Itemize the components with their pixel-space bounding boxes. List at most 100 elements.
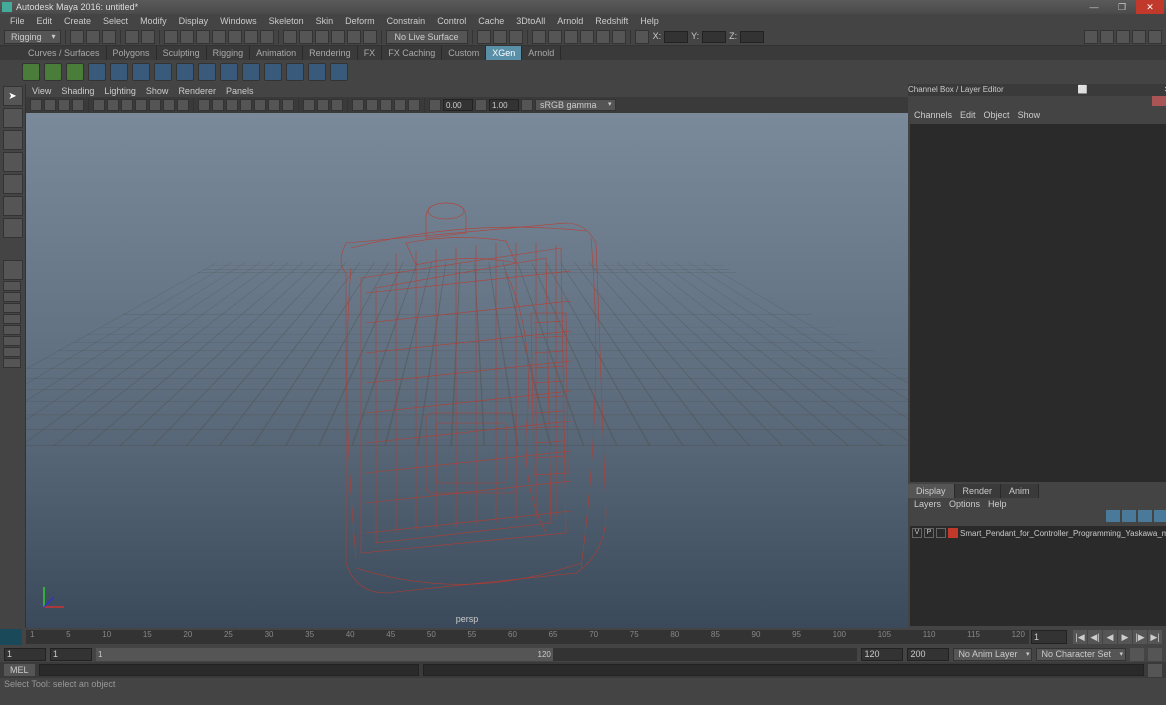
menu-deform[interactable]: Deform xyxy=(339,16,381,26)
menu-constrain[interactable]: Constrain xyxy=(381,16,432,26)
layer-play[interactable]: P xyxy=(924,528,934,538)
select-tool[interactable]: ➤ xyxy=(3,86,23,106)
vp-icon[interactable] xyxy=(135,99,147,111)
shelf-icon[interactable] xyxy=(110,63,128,81)
menu-modify[interactable]: Modify xyxy=(134,16,173,26)
move-tool[interactable] xyxy=(3,152,23,172)
new-scene-icon[interactable] xyxy=(70,30,84,44)
layer-editor[interactable]: V P Smart_Pendant_for_Controller_Program… xyxy=(910,526,1166,626)
range-end-field[interactable]: 200 xyxy=(907,648,949,661)
minimize-button[interactable]: — xyxy=(1080,0,1108,14)
vp-icon[interactable] xyxy=(254,99,266,111)
range-start-field[interactable]: 1 xyxy=(4,648,46,661)
vp-icon[interactable] xyxy=(93,99,105,111)
cmd-language[interactable]: MEL xyxy=(4,664,35,676)
paint-tool[interactable] xyxy=(3,130,23,150)
ch-menu-object[interactable]: Object xyxy=(984,110,1010,120)
range-slider[interactable]: 1120 xyxy=(96,648,857,661)
menu-file[interactable]: File xyxy=(4,16,31,26)
vp-icon[interactable] xyxy=(303,99,315,111)
vp-icon[interactable] xyxy=(317,99,329,111)
select-comp-icon[interactable] xyxy=(196,30,210,44)
shelf-icon[interactable] xyxy=(198,63,216,81)
shelf-icon[interactable] xyxy=(242,63,260,81)
vp-menu-view[interactable]: View xyxy=(32,86,51,96)
tab-render[interactable]: Render xyxy=(955,484,1002,498)
tab-custom[interactable]: Custom xyxy=(442,46,486,60)
layout-preset[interactable] xyxy=(3,314,21,324)
shelf-icon[interactable] xyxy=(154,63,172,81)
history-icon-1[interactable] xyxy=(477,30,491,44)
shelf-icon[interactable] xyxy=(176,63,194,81)
tab-sculpting[interactable]: Sculpting xyxy=(157,46,207,60)
render-icon-6[interactable] xyxy=(612,30,626,44)
vp-icon[interactable] xyxy=(30,99,42,111)
time-ruler[interactable]: 1510152025303540455055606570758085909510… xyxy=(26,630,1029,644)
select-obj-icon[interactable] xyxy=(180,30,194,44)
vp-icon[interactable] xyxy=(177,99,189,111)
tab-fxcaching[interactable]: FX Caching xyxy=(382,46,442,60)
cmd-input[interactable] xyxy=(39,664,419,676)
play-back-button[interactable]: ◀ xyxy=(1103,630,1117,644)
vp-icon[interactable] xyxy=(121,99,133,111)
panel-icon-1[interactable] xyxy=(1084,30,1098,44)
last-tool[interactable] xyxy=(3,218,23,238)
step-back-button[interactable]: ◀| xyxy=(1088,630,1102,644)
live-surface-label[interactable]: No Live Surface xyxy=(386,30,468,44)
tab-fx[interactable]: FX xyxy=(358,46,383,60)
vp-icon[interactable] xyxy=(408,99,420,111)
layer-empty[interactable] xyxy=(936,528,946,538)
history-icon-3[interactable] xyxy=(509,30,523,44)
vp-icon[interactable] xyxy=(44,99,56,111)
select-icon-4[interactable] xyxy=(212,30,226,44)
layers-menu[interactable]: Layers xyxy=(914,499,941,509)
menu-skeleton[interactable]: Skeleton xyxy=(263,16,310,26)
shelf-icon[interactable] xyxy=(264,63,282,81)
x-field[interactable] xyxy=(664,31,688,43)
help-menu[interactable]: Help xyxy=(988,499,1007,509)
menu-help[interactable]: Help xyxy=(634,16,665,26)
close-button[interactable]: ✕ xyxy=(1136,0,1164,14)
select-icon-7[interactable] xyxy=(260,30,274,44)
panel-icon-2[interactable] xyxy=(1100,30,1114,44)
tab-arnold[interactable]: Arnold xyxy=(522,46,561,60)
panel-icon-4[interactable] xyxy=(1132,30,1146,44)
layout-preset[interactable] xyxy=(3,325,21,335)
undock-icon[interactable]: ⬜ xyxy=(1076,84,1090,96)
vp-icon[interactable] xyxy=(331,99,343,111)
y-field[interactable] xyxy=(702,31,726,43)
select-hier-icon[interactable] xyxy=(164,30,178,44)
panel-icon-3[interactable] xyxy=(1116,30,1130,44)
save-scene-icon[interactable] xyxy=(102,30,116,44)
go-end-button[interactable]: ▶| xyxy=(1148,630,1162,644)
shelf-icon[interactable] xyxy=(44,63,62,81)
render-icon-4[interactable] xyxy=(580,30,594,44)
ch-menu-edit[interactable]: Edit xyxy=(960,110,976,120)
layout-quad[interactable] xyxy=(3,281,21,291)
select-icon-5[interactable] xyxy=(228,30,242,44)
redo-icon[interactable] xyxy=(141,30,155,44)
render-icon-5[interactable] xyxy=(596,30,610,44)
vp-icon[interactable] xyxy=(72,99,84,111)
select-icon-6[interactable] xyxy=(244,30,258,44)
gamma-icon[interactable] xyxy=(475,99,487,111)
lasso-tool[interactable] xyxy=(3,108,23,128)
ch-menu-show[interactable]: Show xyxy=(1018,110,1041,120)
shelf-icon[interactable] xyxy=(22,63,40,81)
history-icon-2[interactable] xyxy=(493,30,507,44)
vp-icon[interactable] xyxy=(352,99,364,111)
options-menu[interactable]: Options xyxy=(949,499,980,509)
scale-tool[interactable] xyxy=(3,196,23,216)
render-icon-3[interactable] xyxy=(564,30,578,44)
tab-curves[interactable]: Curves / Surfaces xyxy=(22,46,107,60)
snap-grid-icon[interactable] xyxy=(283,30,297,44)
layer-icon[interactable] xyxy=(1122,510,1136,522)
layer-vis[interactable]: V xyxy=(912,528,922,538)
wireframe-object[interactable] xyxy=(306,193,636,623)
vp-menu-renderer[interactable]: Renderer xyxy=(178,86,216,96)
menu-redshift[interactable]: Redshift xyxy=(589,16,634,26)
layout-preset[interactable] xyxy=(3,347,21,357)
shelf-icon[interactable] xyxy=(66,63,84,81)
shelf-icon[interactable] xyxy=(88,63,106,81)
play-fwd-button[interactable]: ▶ xyxy=(1118,630,1132,644)
